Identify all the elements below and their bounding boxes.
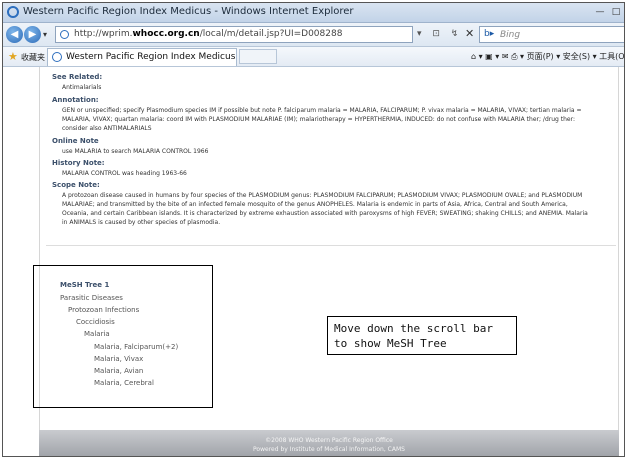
ie-logo-icon	[7, 6, 19, 18]
window-title: Western Pacific Region Index Medicus - W…	[23, 6, 354, 17]
scope-note-heading: Scope Note:	[52, 181, 100, 189]
page-content: See Related: Antimalarials Annotation: G…	[3, 67, 624, 456]
maximize-icon[interactable]: □	[609, 6, 623, 18]
stop-icon[interactable]: ✕	[465, 27, 474, 40]
search-input[interactable]: b▸ Bing	[479, 26, 624, 43]
history-note-text: MALARIA CONTROL was heading 1963-66	[62, 170, 187, 177]
title-bar: Western Pacific Region Index Medicus - W…	[3, 3, 624, 23]
see-related-heading: See Related:	[52, 73, 103, 81]
new-tab-button[interactable]	[239, 49, 277, 64]
mesh-tree-highlight-box	[33, 265, 213, 408]
history-dropdown-icon[interactable]: ▾	[43, 30, 47, 39]
section-divider	[46, 245, 616, 246]
favorites-bar: ★ 收藏夹 Western Pacific Region Index Medic…	[3, 47, 624, 67]
page-footer: ©2008 WHO Western Pacific Region Office …	[39, 430, 619, 456]
annotation-text: GEN or unspecified; specify Plasmodium s…	[62, 107, 582, 132]
see-related-text: Antimalarials	[62, 84, 102, 91]
forward-button[interactable]: ▶	[24, 26, 41, 43]
callout-line-2: to show MeSH Tree	[334, 337, 447, 350]
footer-copyright: ©2008 WHO Western Pacific Region Office	[265, 437, 393, 444]
favorites-star-icon[interactable]: ★	[8, 50, 18, 63]
tab-page-icon	[52, 52, 62, 62]
annotation-heading: Annotation:	[52, 96, 99, 104]
address-tools[interactable]: ▾ ⊡ ↯	[417, 29, 462, 39]
callout-line-1: Move down the scroll bar	[334, 322, 493, 335]
minimize-icon[interactable]: —	[593, 6, 607, 18]
browser-window: Western Pacific Region Index Medicus - W…	[2, 2, 625, 457]
online-note-text: use MALARIA to search MALARIA CONTROL 19…	[62, 148, 209, 155]
favorites-label[interactable]: 收藏夹	[21, 52, 45, 63]
history-note-heading: History Note:	[52, 159, 105, 167]
tab-title: Western Pacific Region Index Medicus	[66, 52, 236, 62]
command-bar[interactable]: ⌂ ▾ ▣ ▾ ✉ ⎙ ▾ 页面(P) ▾ 安全(S) ▾ 工具(O)	[471, 51, 624, 62]
back-button[interactable]: ◀	[6, 26, 23, 43]
scope-note-text: A protozoan disease caused in humans by …	[62, 192, 588, 226]
online-note-heading: Online Note	[52, 137, 99, 145]
address-url[interactable]: http://wprim.whocc.org.cn/local/m/detail…	[74, 29, 342, 39]
bing-icon: b▸	[484, 29, 495, 39]
page-icon	[60, 30, 69, 39]
instruction-callout: Move down the scroll bar to show MeSH Tr…	[327, 316, 517, 355]
navigation-bar: ◀ ▶ ▾ http://wprim.whocc.org.cn/local/m/…	[3, 23, 624, 47]
footer-powered-by: Powered by Institute of Medical Informat…	[253, 446, 405, 453]
search-placeholder: Bing	[500, 30, 521, 40]
tab-active[interactable]: Western Pacific Region Index Medicus	[47, 48, 237, 66]
address-bar[interactable]: http://wprim.whocc.org.cn/local/m/detail…	[55, 26, 413, 43]
